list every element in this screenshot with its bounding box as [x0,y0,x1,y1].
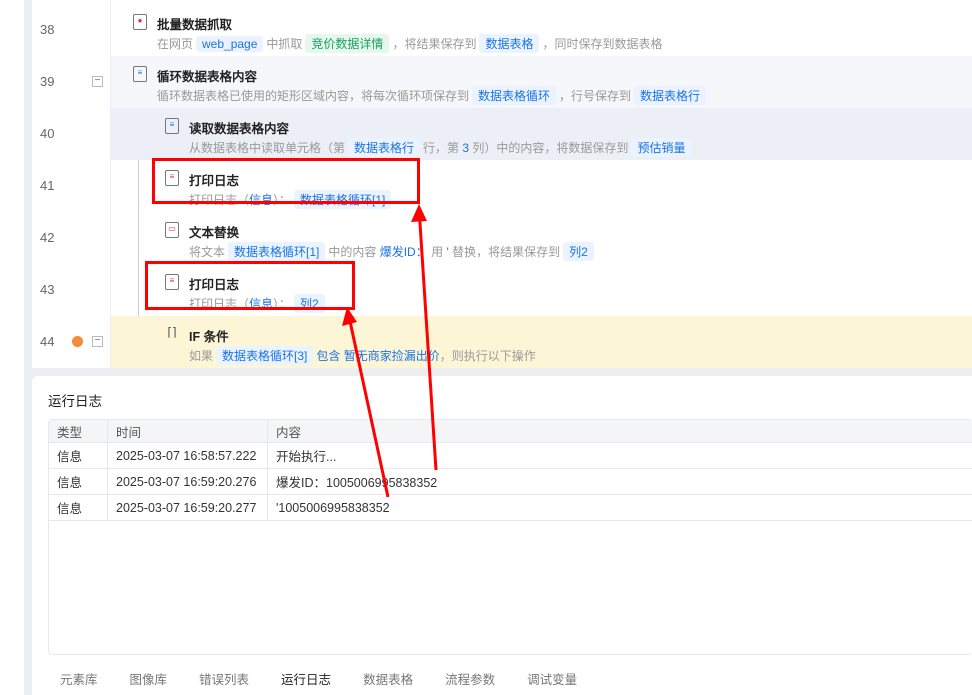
line-number: 38 [40,22,55,37]
text-replace-icon: ▭ [165,222,179,238]
tab-errors[interactable]: 错误列表 [199,669,249,688]
cell-type: 信息 [49,495,108,520]
table-row[interactable]: 信息 2025-03-07 16:59:20.276 爆发ID：10050069… [49,469,972,495]
tab-elements[interactable]: 元素库 [60,669,98,688]
table-header: 类型 时间 内容 [49,420,972,443]
line-number: 40 [40,126,55,141]
line-number: 43 [40,282,55,297]
cell-content: 爆发ID：1005006995838352 [276,476,438,490]
cell-time: 2025-03-07 16:58:57.222 [108,443,268,468]
bottom-tabs: 元素库 图像库 错误列表 运行日志 数据表格 流程参数 调试变量 [60,669,577,688]
step-title: 批量数据抓取 [157,18,233,32]
step-title: 读取数据表格内容 [189,122,290,136]
tab-run-log[interactable]: 运行日志 [281,669,331,688]
step-row-38[interactable]: 38 ● 批量数据抓取 在网页 web_page 中抓取 竞价数据详情 ，将结果保存到数… [32,4,972,56]
cell-time: 2025-03-07 16:59:20.276 [108,469,268,494]
annotation-box-43 [145,261,355,310]
read-table-icon: ≡ [165,118,179,134]
line-number: 44 [40,334,55,349]
web-scrape-icon: ● [133,14,147,30]
header-type: 类型 [49,420,108,442]
step-description: 循环数据表格已使用的矩形区域内容，将每次循环项保存到 数据表格循环 ，行号保存到 数据… [157,86,709,105]
step-description: 将文本 数据表格循环[1] 中的内容 爆发ID： 用 ' 替换，将结果保存到 列2 [189,242,597,261]
run-log-panel: 运行日志 类型 时间 内容 信息 2025-03-07 16:58:57.222… [32,376,972,695]
step-row-44[interactable]: 44 − ⌈⌉ IF 条件 如果 数据表格循环[3] 包含 暂无商家捡漏出价，则执行… [32,316,972,368]
step-row-39[interactable]: 39 − ≡ 循环数据表格内容 循环数据表格已使用的矩形区域内容，将每次循环项保… [32,56,972,108]
line-number: 42 [40,230,55,245]
tab-images[interactable]: 图像库 [130,669,168,688]
cell-content: '1005006995838352 [276,500,390,515]
if-condition-icon: ⌈⌉ [167,325,177,339]
step-title: IF 条件 [189,330,229,344]
cell-type: 信息 [49,469,108,494]
step-description: 从数据表格中读取单元格（第 数据表格行 行，第 3 列）中的内容，将数据保存到 预估销… [189,138,694,157]
line-number: 39 [40,74,55,89]
step-row-42[interactable]: 42 ▭ 文本替换 将文本 数据表格循环[1] 中的内容 爆发ID： 用 ' 替换，… [32,212,972,264]
cell-type: 信息 [49,443,108,468]
cell-content: 开始执行... [276,450,337,464]
log-table: 类型 时间 内容 信息 2025-03-07 16:58:57.222 开始执行… [48,419,972,655]
table-row[interactable]: 信息 2025-03-07 16:58:57.222 开始执行... [49,443,972,469]
tab-flow-params[interactable]: 流程参数 [445,669,495,688]
annotation-box-41 [152,158,420,204]
tab-debug-vars[interactable]: 调试变量 [527,669,577,688]
table-row[interactable]: 信息 2025-03-07 16:59:20.277 '100500699583… [49,495,972,521]
breakpoint-icon[interactable] [72,336,83,347]
step-description: 如果 数据表格循环[3] 包含 暂无商家捡漏出价，则执行以下操作 [189,346,536,365]
step-row-40[interactable]: 40 ≡ 读取数据表格内容 从数据表格中读取单元格（第 数据表格行 行，第 3 列）… [32,108,972,160]
cell-time: 2025-03-07 16:59:20.277 [108,495,268,520]
panel-title: 运行日志 [48,394,102,409]
loop-table-icon: ≡ [133,66,147,82]
left-sidebar-edge [0,0,24,695]
step-title: 循环数据表格内容 [157,70,258,84]
line-number: 41 [40,178,55,193]
tab-data-table[interactable]: 数据表格 [363,669,413,688]
header-content: 内容 [276,425,302,440]
collapse-toggle[interactable]: − [92,76,103,87]
header-time: 时间 [108,420,268,442]
step-description: 在网页 web_page 中抓取 竞价数据详情 ，将结果保存到 数据表格 ，同时保存到数据表… [157,34,662,53]
step-title: 文本替换 [189,226,240,240]
collapse-toggle[interactable]: − [92,336,103,347]
